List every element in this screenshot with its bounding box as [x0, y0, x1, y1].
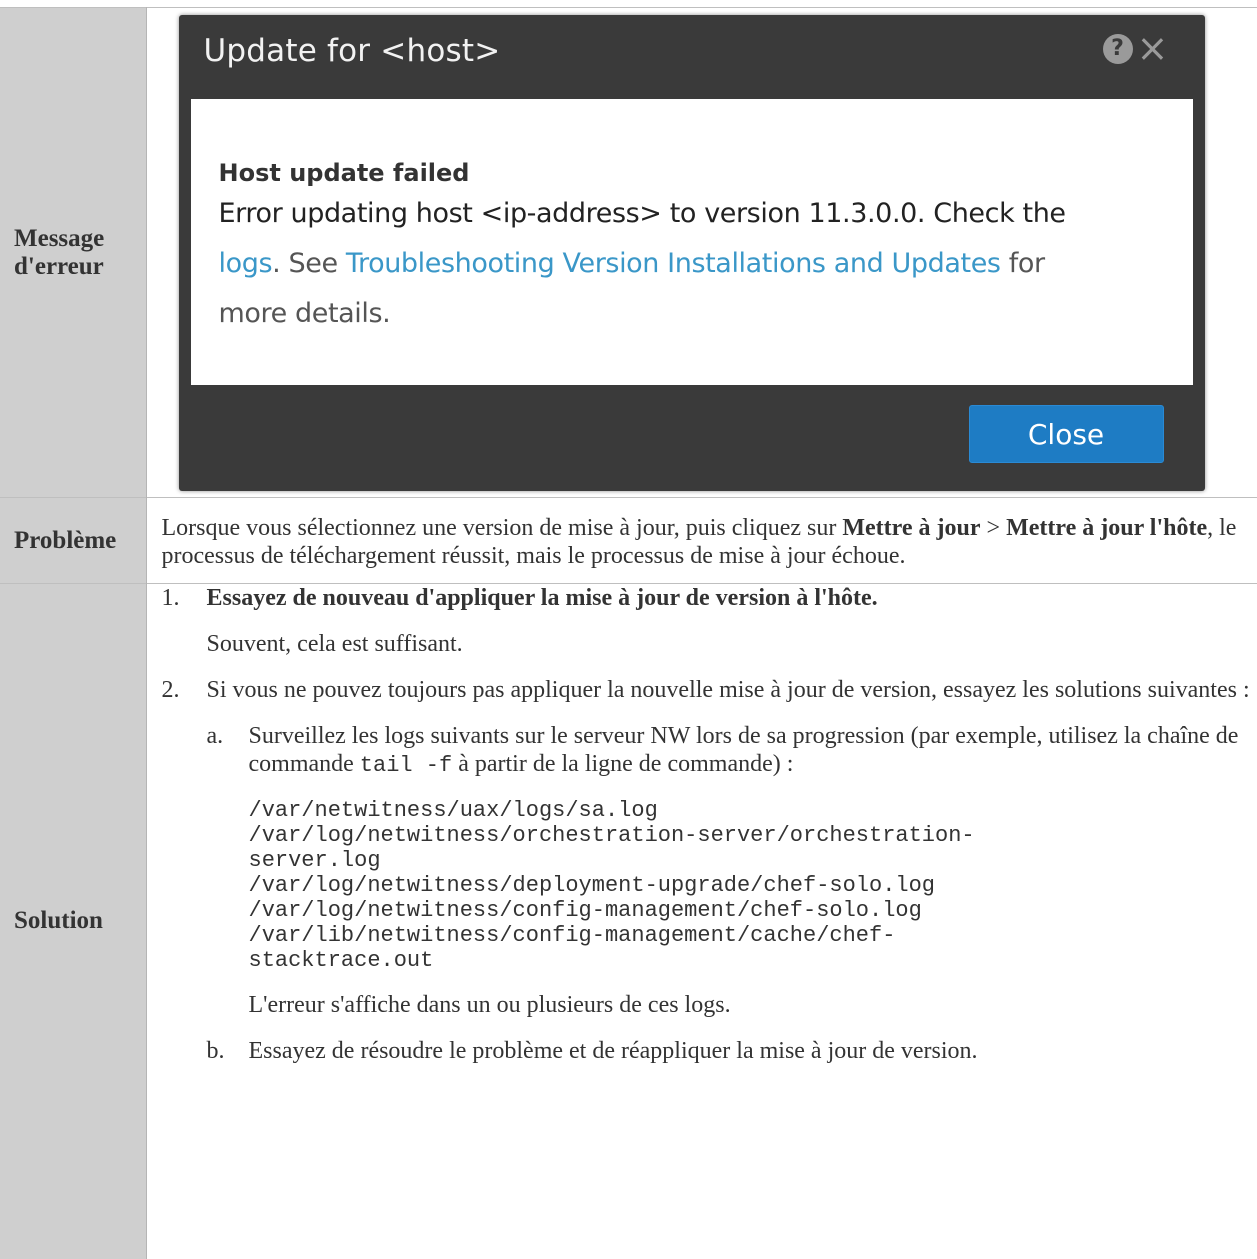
logs-link[interactable]: logs: [219, 248, 273, 279]
dialog-message: Error updating host <ip-address> to vers…: [219, 189, 1184, 339]
help-icon[interactable]: ?: [1102, 33, 1133, 64]
step-2-text: Si vous ne pouvez toujours pas appliquer…: [206, 677, 1250, 703]
troubleshooting-link[interactable]: Troubleshooting Version Installations an…: [346, 248, 1001, 279]
row-label-solution: Solution: [0, 583, 147, 1259]
dialog-for-text: for: [1000, 247, 1045, 279]
problem-text-2: >: [980, 514, 1007, 541]
error-message-row: Message d'erreur Update for <host> ? × H…: [0, 7, 1257, 498]
dialog-heading: Host update failed: [218, 158, 470, 187]
problem-text-1: Lorsque vous sélectionnez une version de…: [161, 514, 843, 541]
substep-a-text-2: à partir de la ligne de commande) :: [452, 751, 794, 777]
troubleshooting-table: Message d'erreur Update for <host> ? × H…: [0, 7, 1257, 1259]
step-2-number: 2.: [161, 677, 180, 703]
error-message-cell: Update for <host> ? × Host update failed…: [146, 7, 1257, 498]
substep-b: b. Essayez de résoudre le problème et de…: [207, 1037, 1252, 1065]
problem-bold-2: Mettre à jour l'hôte: [1006, 514, 1208, 541]
substep-b-letter: b.: [206, 1038, 225, 1064]
update-dialog: Update for <host> ? × Host update failed…: [178, 14, 1205, 491]
substep-a-letter: a.: [206, 723, 224, 749]
solution-row: Solution 1. Essayez de nouveau d'appliqu…: [0, 583, 1257, 1259]
step-1-paragraph: Souvent, cela est suffisant.: [206, 631, 463, 657]
substep-b-text: Essayez de résoudre le problème et de ré…: [248, 1038, 978, 1064]
close-button[interactable]: Close: [968, 404, 1164, 463]
solution-cell: 1. Essayez de nouveau d'appliquer la mis…: [146, 583, 1257, 1259]
dialog-line3: more details.: [218, 297, 391, 329]
dialog-see-text: . See: [272, 247, 346, 279]
log-paths-code: /var/netwitness/uax/logs/sa.log /var/log…: [248, 798, 975, 973]
substep-a-text: Surveillez les logs suivants sur le serv…: [249, 722, 1252, 780]
dialog-title: Update for <host>: [203, 32, 501, 69]
problem-row: Problème Lorsque vous sélectionnez une v…: [0, 497, 1257, 584]
dialog-body: Host update failed Error updating host <…: [190, 98, 1193, 385]
substep-a-paragraph: L'erreur s'affiche dans un ou plusieurs …: [248, 992, 731, 1018]
close-icon[interactable]: ×: [1137, 25, 1169, 71]
substep-a: a. Surveillez les logs suivants sur le s…: [207, 722, 1252, 1019]
solution-step-2: 2. Si vous ne pouvez toujours pas appliq…: [162, 676, 1252, 1065]
command-code: tail -f: [359, 753, 453, 778]
solution-step-1: 1. Essayez de nouveau d'appliquer la mis…: [162, 584, 1252, 658]
problem-text: Lorsque vous sélectionnez une version de…: [146, 497, 1257, 584]
row-label-message: Message d'erreur: [0, 7, 147, 498]
row-label-problem: Problème: [0, 497, 147, 584]
dialog-line1: Error updating host <ip-address> to vers…: [218, 197, 1067, 229]
problem-bold-1: Mettre à jour: [842, 514, 981, 541]
step-1-title: Essayez de nouveau d'appliquer la mise à…: [206, 585, 878, 611]
step-1-number: 1.: [161, 585, 180, 611]
